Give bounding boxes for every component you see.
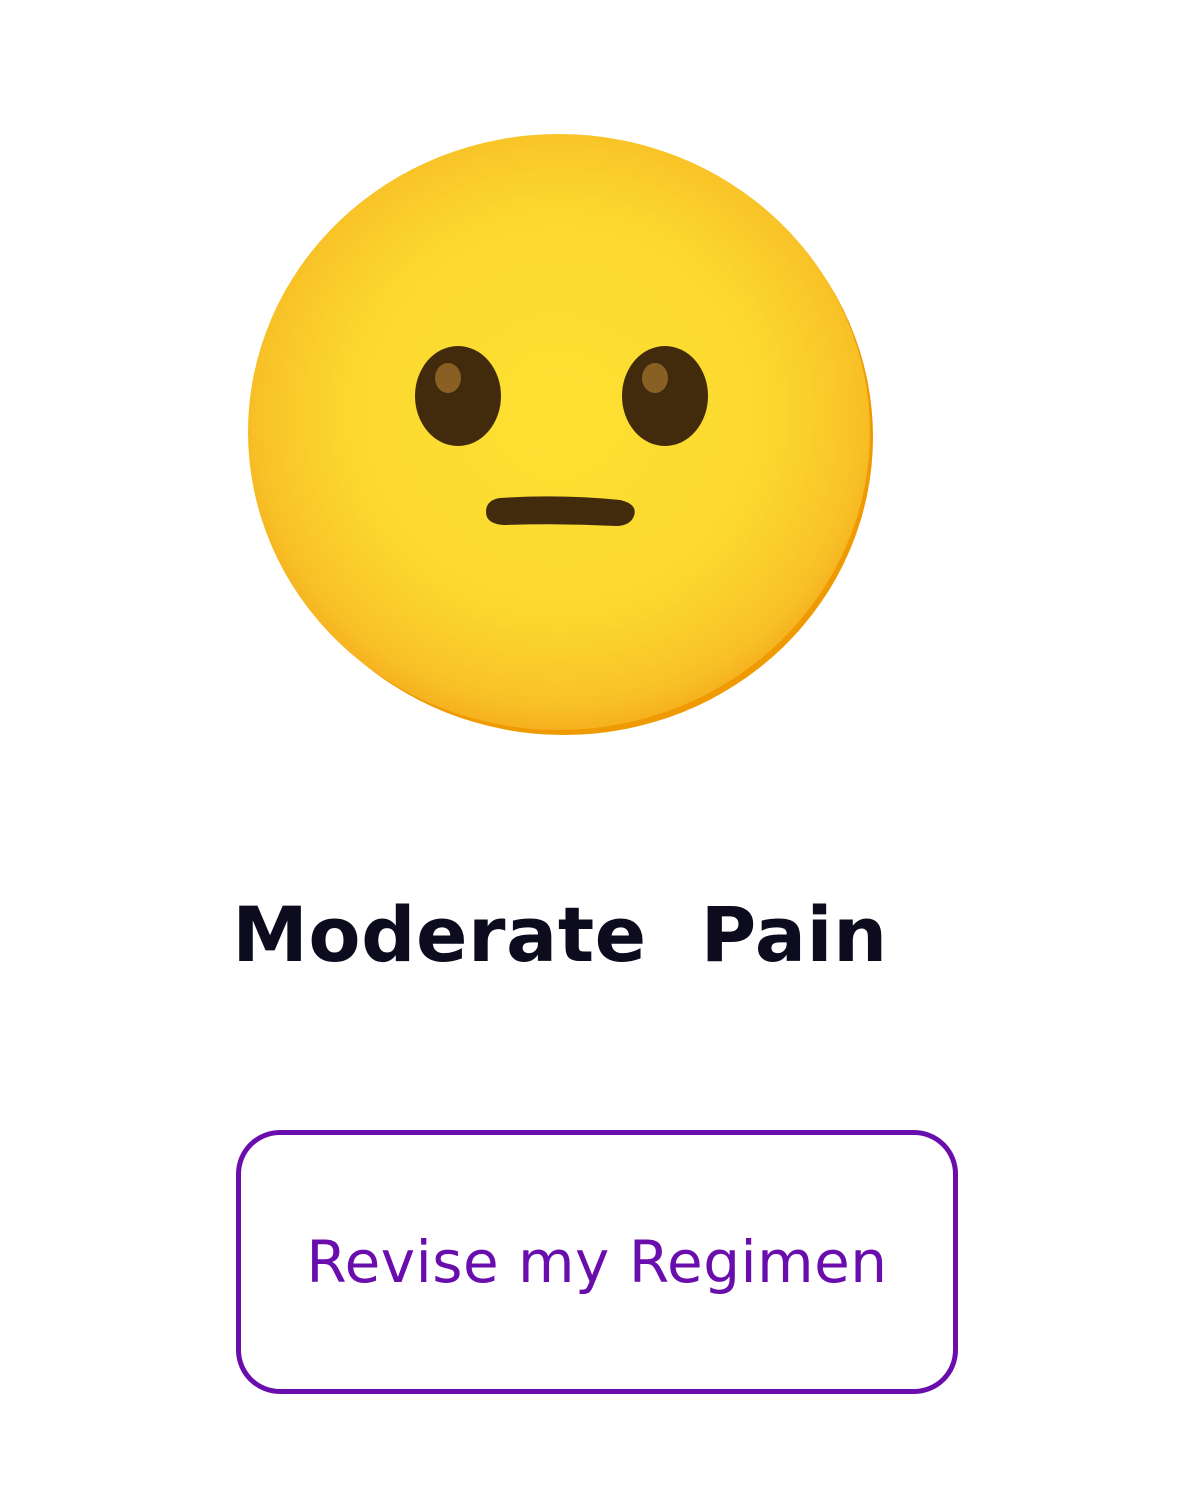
mouth [486, 496, 635, 526]
pain-result-screen: Moderate Pain Revise my Regimen [0, 0, 1194, 1494]
neutral-face-icon [246, 132, 876, 738]
left-eye [415, 346, 501, 446]
pain-level-label: Moderate Pain [232, 890, 888, 979]
revise-regimen-button-label: Revise my Regimen [306, 1228, 888, 1296]
revise-regimen-button[interactable]: Revise my Regimen [236, 1130, 958, 1394]
right-eye [622, 346, 708, 446]
